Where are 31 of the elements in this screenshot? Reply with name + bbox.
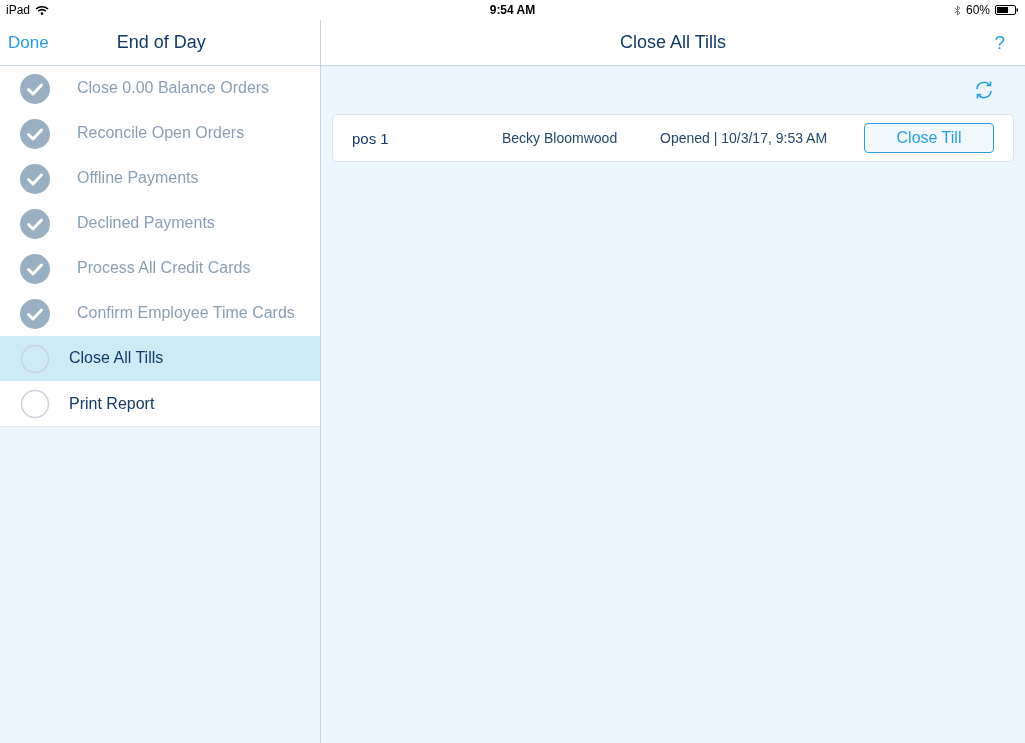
step-label: Confirm Employee Time Cards [77, 304, 295, 322]
battery-icon [995, 5, 1019, 15]
step-item[interactable]: Close All Tills [0, 336, 320, 381]
step-label: Declined Payments [77, 214, 215, 232]
clock-time: 9:54 AM [489, 3, 536, 17]
step-label: Close All Tills [69, 349, 164, 367]
battery-percentage: 60% [965, 3, 990, 17]
step-item[interactable]: Offline Payments [0, 156, 320, 201]
bluetooth-icon [953, 4, 961, 16]
employee-name: Becky Bloomwood [502, 130, 619, 146]
step-item[interactable]: Close 0.00 Balance Orders [0, 66, 320, 111]
step-item[interactable]: Print Report [0, 381, 320, 427]
device-name: iPad [6, 3, 31, 17]
sidebar-title: End of Day [116, 32, 206, 53]
refresh-icon[interactable] [974, 80, 994, 100]
wifi-icon [35, 5, 50, 15]
step-item[interactable]: Process All Credit Cards [0, 246, 320, 291]
till-status: Opened | 10/3/17, 9:53 AM [660, 130, 829, 146]
step-label: Print Report [69, 394, 155, 413]
step-label: Offline Payments [77, 169, 199, 187]
help-button[interactable]: ? [994, 31, 1005, 54]
step-label: Process All Credit Cards [77, 259, 251, 277]
step-label: Close 0.00 Balance Orders [77, 79, 270, 97]
step-item[interactable]: Reconcile Open Orders [0, 111, 320, 156]
page-title: Close All Tills [620, 32, 726, 53]
step-item[interactable]: Declined Payments [0, 201, 320, 246]
till-name: pos 1 [352, 129, 390, 147]
close-till-button[interactable]: Close Till [864, 123, 994, 153]
done-button[interactable]: Done [8, 32, 49, 53]
step-item[interactable]: Confirm Employee Time Cards [0, 291, 320, 336]
step-label: Reconcile Open Orders [77, 124, 245, 142]
